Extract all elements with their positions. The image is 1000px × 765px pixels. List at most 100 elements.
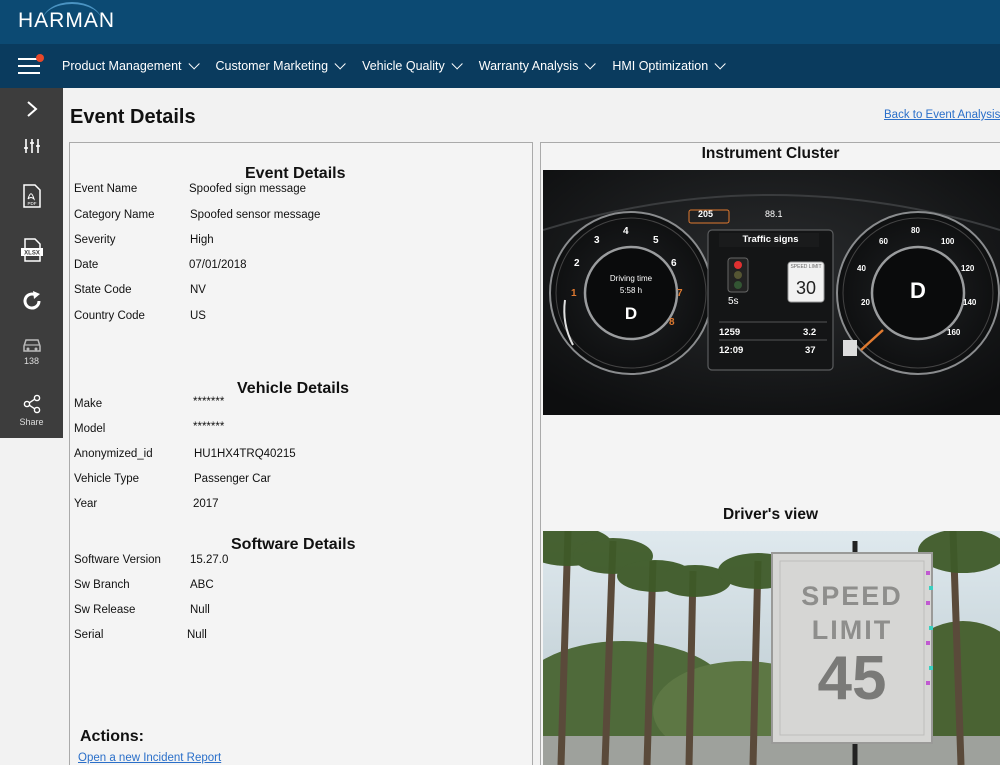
speed-limit-sign-value: 30: [795, 278, 817, 298]
row-label: Sw Branch: [74, 579, 130, 591]
tick-label: 2: [574, 258, 580, 269]
vehicle-details-heading: Vehicle Details: [237, 380, 350, 397]
row-value: US: [190, 310, 206, 322]
refresh-icon: [23, 291, 41, 310]
row-label: Vehicle Type: [74, 473, 140, 485]
range-readout: 205: [698, 209, 714, 219]
row-value: Null: [190, 604, 210, 616]
actions-heading: Actions:: [80, 728, 144, 745]
row-label: Date: [74, 259, 99, 271]
share-button[interactable]: Share: [0, 388, 63, 432]
tick-label: 1: [571, 288, 577, 299]
row-value: Spoofed sensor message: [190, 209, 321, 221]
filter-button[interactable]: [0, 130, 63, 162]
share-icon: [23, 394, 40, 413]
nav-product-management[interactable]: Product Management: [62, 58, 200, 73]
tick-label: 6: [671, 258, 677, 269]
row-label: Year: [74, 498, 98, 510]
left-gear-indicator: D: [624, 304, 638, 323]
row-value: Null: [187, 629, 207, 641]
speed-limit-sign-text: SPEED LIMIT: [790, 264, 822, 270]
nav-warranty-analysis[interactable]: Warranty Analysis: [478, 58, 597, 73]
chevron-down-icon: [187, 58, 200, 70]
export-pdf-button[interactable]: PDF: [0, 176, 63, 216]
row-label: Model: [74, 423, 106, 435]
notification-dot: [36, 54, 44, 62]
row-value: 2017: [193, 498, 219, 510]
driving-time-value: 5:58 h: [619, 286, 643, 295]
row-label: State Code: [74, 284, 132, 296]
row-value: HU1HX4TRQ40215: [194, 448, 296, 460]
page-title: Event Details: [70, 106, 196, 128]
nav-label: HMI Optimization: [612, 59, 709, 73]
outside-temp-readout: 37: [805, 345, 816, 356]
row-label: Serial: [74, 629, 104, 641]
tick-label: 20: [861, 298, 870, 307]
row-label: Software Version: [74, 554, 161, 566]
row-value: Spoofed sign message: [189, 183, 306, 195]
back-to-event-analysis-link[interactable]: Back to Event Analysis: [884, 109, 1000, 121]
chevron-down-icon: [334, 58, 346, 70]
chevron-down-icon: [451, 58, 463, 70]
main-nav: Product Management Customer Marketing Ve…: [0, 44, 1000, 88]
export-xlsx-button[interactable]: XLSX: [0, 230, 63, 270]
pdf-icon: PDF: [22, 184, 41, 208]
nav-customer-marketing[interactable]: Customer Marketing: [215, 58, 346, 73]
top-bar: HARMAN: [0, 0, 1000, 44]
instrument-cluster-image: 205 88.1 Traffic signs SPEED LIMIT 30 5s…: [543, 170, 1000, 415]
odometer-readout: 1259: [719, 327, 741, 338]
open-incident-report-link[interactable]: Open a new Incident Report: [78, 752, 221, 764]
row-label: Anonymized_id: [74, 448, 153, 460]
clock-readout: 12:09: [719, 345, 744, 356]
nav-label: Warranty Analysis: [478, 59, 579, 73]
chevron-down-icon: [714, 58, 726, 70]
vehicle-count: 138: [23, 355, 40, 366]
tick-label: 160: [947, 328, 961, 337]
row-label: Make: [74, 398, 103, 410]
row-value: NV: [190, 284, 206, 296]
vehicle-count-button[interactable]: 138: [0, 331, 63, 371]
chevron-down-icon: [584, 58, 597, 70]
temp-readout: 88.1: [765, 209, 783, 219]
nav-vehicle-quality[interactable]: Vehicle Quality: [362, 58, 463, 73]
nav-label: Customer Marketing: [215, 59, 329, 73]
row-label: Severity: [74, 234, 116, 246]
share-label: Share: [19, 416, 44, 427]
row-label: Event Name: [74, 183, 138, 195]
svg-text:XLSX: XLSX: [24, 251, 40, 257]
brand-logo[interactable]: HARMAN: [18, 9, 115, 33]
sign-text-line1: SPEED: [801, 581, 903, 611]
tick-label: 7: [677, 288, 683, 299]
traffic-signs-title: Traffic signs: [742, 234, 799, 245]
row-label: Sw Release: [74, 604, 136, 616]
hamburger-menu-button[interactable]: [0, 44, 58, 88]
row-value: *******: [193, 421, 225, 433]
row-value: *******: [193, 396, 225, 408]
tick-label: 5: [653, 235, 659, 246]
car-icon: [22, 338, 41, 352]
row-value: ABC: [190, 579, 214, 591]
tick-label: 120: [961, 264, 975, 273]
trip-readout: 3.2: [803, 327, 817, 338]
tick-label: 140: [963, 298, 977, 307]
countdown-readout: 5s: [728, 296, 739, 307]
row-value: 07/01/2018: [189, 259, 247, 271]
tool-sidebar: PDF XLSX 138 Share: [0, 88, 63, 438]
tick-label: 4: [623, 226, 629, 237]
row-value: 15.27.0: [190, 554, 229, 566]
chevron-right-icon: [26, 101, 38, 117]
row-label: Category Name: [74, 209, 155, 221]
nav-label: Product Management: [62, 59, 182, 73]
tick-label: 3: [594, 235, 600, 246]
expand-sidebar-button[interactable]: [0, 94, 63, 124]
nav-hmi-optimization[interactable]: HMI Optimization: [612, 58, 726, 73]
tick-label: 80: [911, 226, 920, 235]
drivers-view-heading: Driver's view: [722, 506, 819, 523]
tick-label: 100: [941, 237, 955, 246]
drivers-view-image: SPEED LIMIT 45: [543, 531, 1000, 765]
driving-time-label: Driving time: [609, 274, 653, 283]
tick-label: 8: [669, 317, 675, 328]
sign-speed-value: 45: [817, 644, 887, 713]
refresh-button[interactable]: [0, 284, 63, 318]
event-details-heading: Event Details: [245, 165, 346, 182]
